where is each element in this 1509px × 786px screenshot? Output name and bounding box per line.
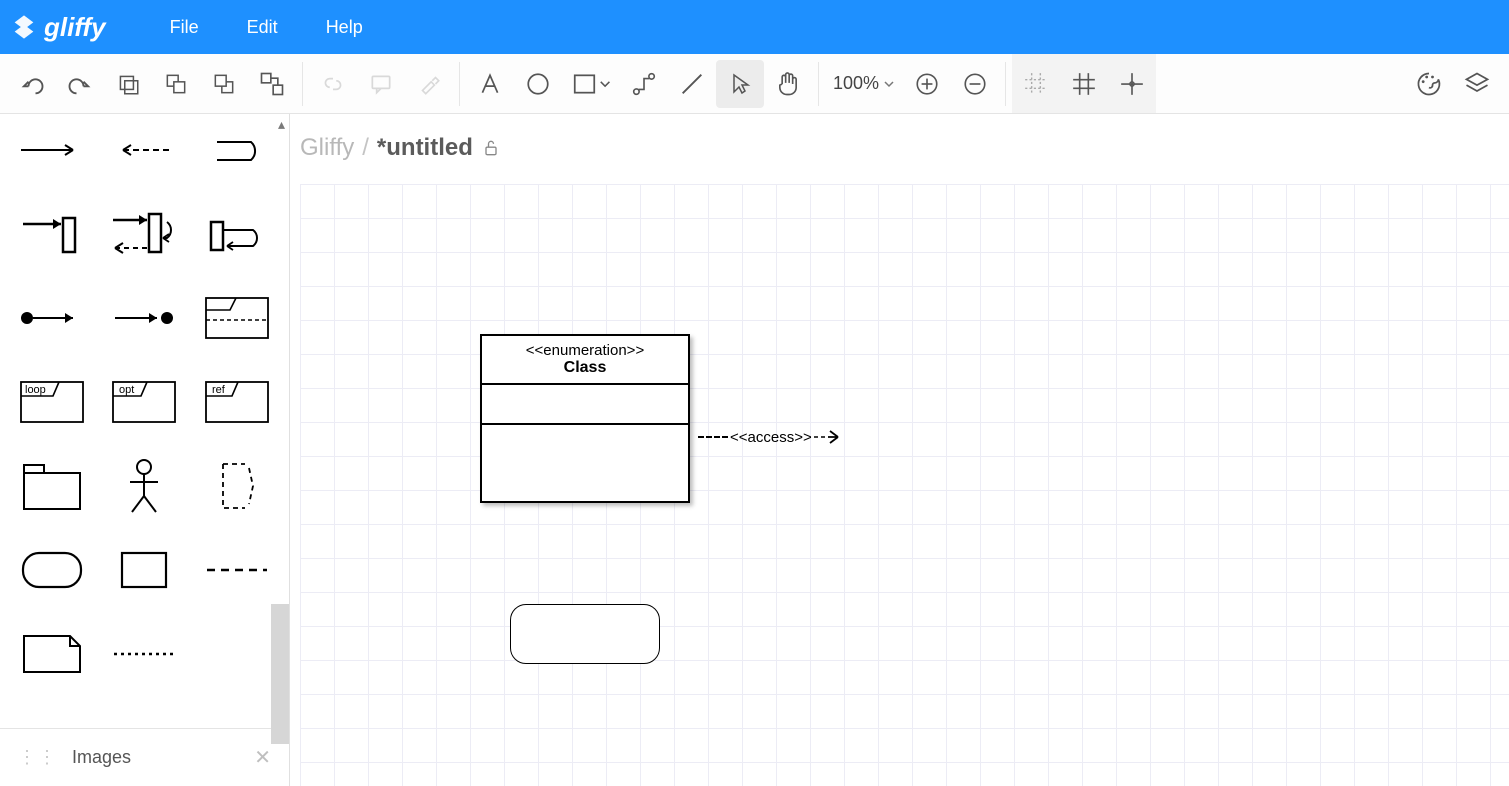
canvas-grid[interactable]: <<enumeration>> Class <<access>> [300,184,1509,786]
shape-found-message[interactable] [10,290,94,346]
shape-actor[interactable] [102,458,186,514]
connector-tool-button[interactable] [620,60,668,108]
shape-rounded-rect[interactable] [10,542,94,598]
shape-palette: loop opt ref [10,122,279,682]
bring-front-button[interactable] [152,60,200,108]
toolbar-separator [818,62,819,106]
uml-class-shape[interactable]: <<enumeration>> Class [480,334,690,503]
zoom-level-dropdown[interactable]: 100% [825,73,903,94]
menu-help[interactable]: Help [326,17,363,38]
toolbar-separator [302,62,303,106]
shape-sync-call[interactable] [10,206,94,262]
shape-loop-frame[interactable]: loop [10,374,94,430]
pointer-tool-button[interactable] [716,60,764,108]
shape-arrow-dashed-left[interactable] [102,122,186,178]
brand-text: gliffy [44,12,106,43]
shape-fragment-frame[interactable] [195,290,279,346]
svg-text:opt: opt [119,384,134,396]
uml-class-name: Class [486,359,684,377]
pan-tool-button[interactable] [764,60,812,108]
shapes-sidebar: ▴ loop opt ref [0,114,290,786]
guides-button[interactable] [1108,60,1156,108]
zoom-value: 100% [833,73,879,94]
chevron-down-icon [883,78,895,90]
main-area: ▴ loop opt ref [0,114,1509,786]
svg-text:loop: loop [25,384,46,396]
access-dependency-arrow[interactable]: <<access>> [698,428,840,446]
shape-ref-frame[interactable]: ref [195,374,279,430]
rounded-rectangle-shape[interactable] [510,604,660,664]
breadcrumb-separator: / [362,134,369,162]
link-button [309,60,357,108]
sidebar-scrollbar-thumb[interactable] [271,604,289,744]
shape-boundary-dashed[interactable] [195,458,279,514]
line-tool-button[interactable] [668,60,716,108]
unlock-icon [481,137,501,159]
show-grid-button[interactable] [1060,60,1108,108]
access-label: <<access>> [730,429,812,446]
eyedropper-button [405,60,453,108]
shape-opt-frame[interactable]: opt [102,374,186,430]
document-title[interactable]: *untitled [377,134,473,162]
zoom-in-button[interactable] [903,60,951,108]
shape-dotted-line[interactable] [102,626,186,682]
toolbar: 100% [0,54,1509,114]
text-tool-button[interactable] [466,60,514,108]
shape-empty [195,626,279,682]
menu-bar: gliffy File Edit Help [0,0,1509,54]
theme-button[interactable] [1405,60,1453,108]
close-icon[interactable]: ✕ [254,745,271,770]
breadcrumb-root: Gliffy [300,134,354,162]
images-panel-label: Images [72,747,131,768]
circle-tool-button[interactable] [514,60,562,108]
layers-button[interactable] [1453,60,1501,108]
shape-package[interactable] [10,458,94,514]
menu-file[interactable]: File [170,17,199,38]
brand-logo: gliffy [10,12,106,43]
copy-button[interactable] [104,60,152,108]
menu-edit[interactable]: Edit [247,17,278,38]
drag-grip-icon: ⋮⋮ [18,747,58,768]
shape-dashed-line[interactable] [195,542,279,598]
shape-lost-message[interactable] [102,290,186,346]
breadcrumb: Gliffy / *untitled [300,134,501,162]
shape-rectangle[interactable] [102,542,186,598]
shape-call-return[interactable] [102,206,186,262]
uml-attributes-section [482,385,688,425]
send-back-button[interactable] [200,60,248,108]
snap-grid-button[interactable] [1012,60,1060,108]
uml-stereotype: <<enumeration>> [486,342,684,359]
zoom-out-button[interactable] [951,60,999,108]
canvas-area[interactable]: Gliffy / *untitled <<enumeration>> Class… [290,114,1509,786]
toolbar-separator [1005,62,1006,106]
redo-button[interactable] [56,60,104,108]
rectangle-tool-button[interactable] [562,60,620,108]
shape-arrow-solid-right[interactable] [10,122,94,178]
group-button[interactable] [248,60,296,108]
images-panel-header[interactable]: ⋮⋮ Images ✕ [0,728,289,786]
open-arrowhead-icon [814,428,840,446]
gliffy-logo-icon [10,13,38,41]
comment-button [357,60,405,108]
uml-operations-section [482,425,688,501]
svg-text:ref: ref [212,384,226,396]
toolbar-separator [459,62,460,106]
undo-button[interactable] [8,60,56,108]
shape-note[interactable] [10,626,94,682]
shape-self-loop[interactable] [195,122,279,178]
shape-activation-loop[interactable] [195,206,279,262]
